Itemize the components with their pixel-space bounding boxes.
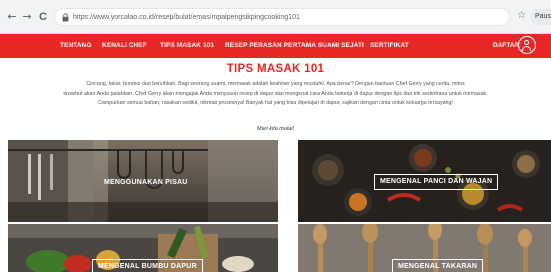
back-icon[interactable]: ← xyxy=(6,11,18,23)
lock-icon xyxy=(62,13,69,22)
tile-label: MENGENAL BUMBU DAPUR xyxy=(92,259,203,272)
tile-label: MENGENAL TAKARAN xyxy=(392,259,484,272)
user-account-icon[interactable] xyxy=(518,36,536,54)
tile-menggunakan-pisau[interactable]: MENGGUNAKAN PISAU xyxy=(8,140,278,222)
nav-item-tips-masak[interactable]: TIPS MASAK 101 xyxy=(160,41,214,51)
intro-line: Cincang, takar, bumbui dan bersihkan. Ba… xyxy=(86,81,465,87)
intro-line: tersebut akan Anda patahkan. Chef Gerry … xyxy=(63,90,488,97)
tile-mengenal-bumbu-dapur[interactable]: MENGENAL BUMBU DAPUR xyxy=(8,224,278,272)
page-title: TIPS MASAK 101 xyxy=(226,63,325,75)
reload-icon[interactable]: C xyxy=(37,11,49,23)
url-text: https://www.yorcalao.co.id/resep/bulat/e… xyxy=(73,14,300,21)
site-navbar: TENTANG KENALI CHEF TIPS MASAK 101 RESEP… xyxy=(0,34,551,58)
tile-mengenal-takaran[interactable]: MENGENAL TAKARAN xyxy=(298,224,551,272)
tile-label: MENGGUNAKAN PISAU xyxy=(104,179,188,186)
subtitle: Mari kita mulai! xyxy=(257,126,294,132)
tile-label: MENGENAL PANCI DAN WAJAN xyxy=(374,174,499,190)
profile-button[interactable]: Paus xyxy=(530,9,551,25)
tile-mengenal-panci-dan-wajan[interactable]: MENGENAL PANCI DAN WAJAN xyxy=(298,140,551,222)
nav-item-kenali-chef[interactable]: KENALI CHEF xyxy=(102,41,147,51)
bookmark-star-icon[interactable]: ☆ xyxy=(517,10,526,21)
daftar-link[interactable]: DAFTAR xyxy=(493,41,519,51)
forward-icon[interactable]: → xyxy=(21,11,33,23)
intro-paragraph: Cincang, takar, bumbui dan bersihkan. Ba… xyxy=(38,80,513,109)
browser-toolbar: ← → C https://www.yorcalao.co.id/resep/b… xyxy=(0,0,551,34)
nav-item-tentang[interactable]: TENTANG xyxy=(60,41,92,51)
address-bar[interactable]: https://www.yorcalao.co.id/resep/bulat/e… xyxy=(54,8,510,26)
nav-item-sertifikat[interactable]: SERTIFIKAT xyxy=(370,41,409,51)
nav-item-resep[interactable]: RESEP PERASAN PERTAMA SUAMI SEJATI xyxy=(225,41,364,51)
intro-line: Campurkan semua bahan, rasakan sedikit, … xyxy=(98,100,453,106)
